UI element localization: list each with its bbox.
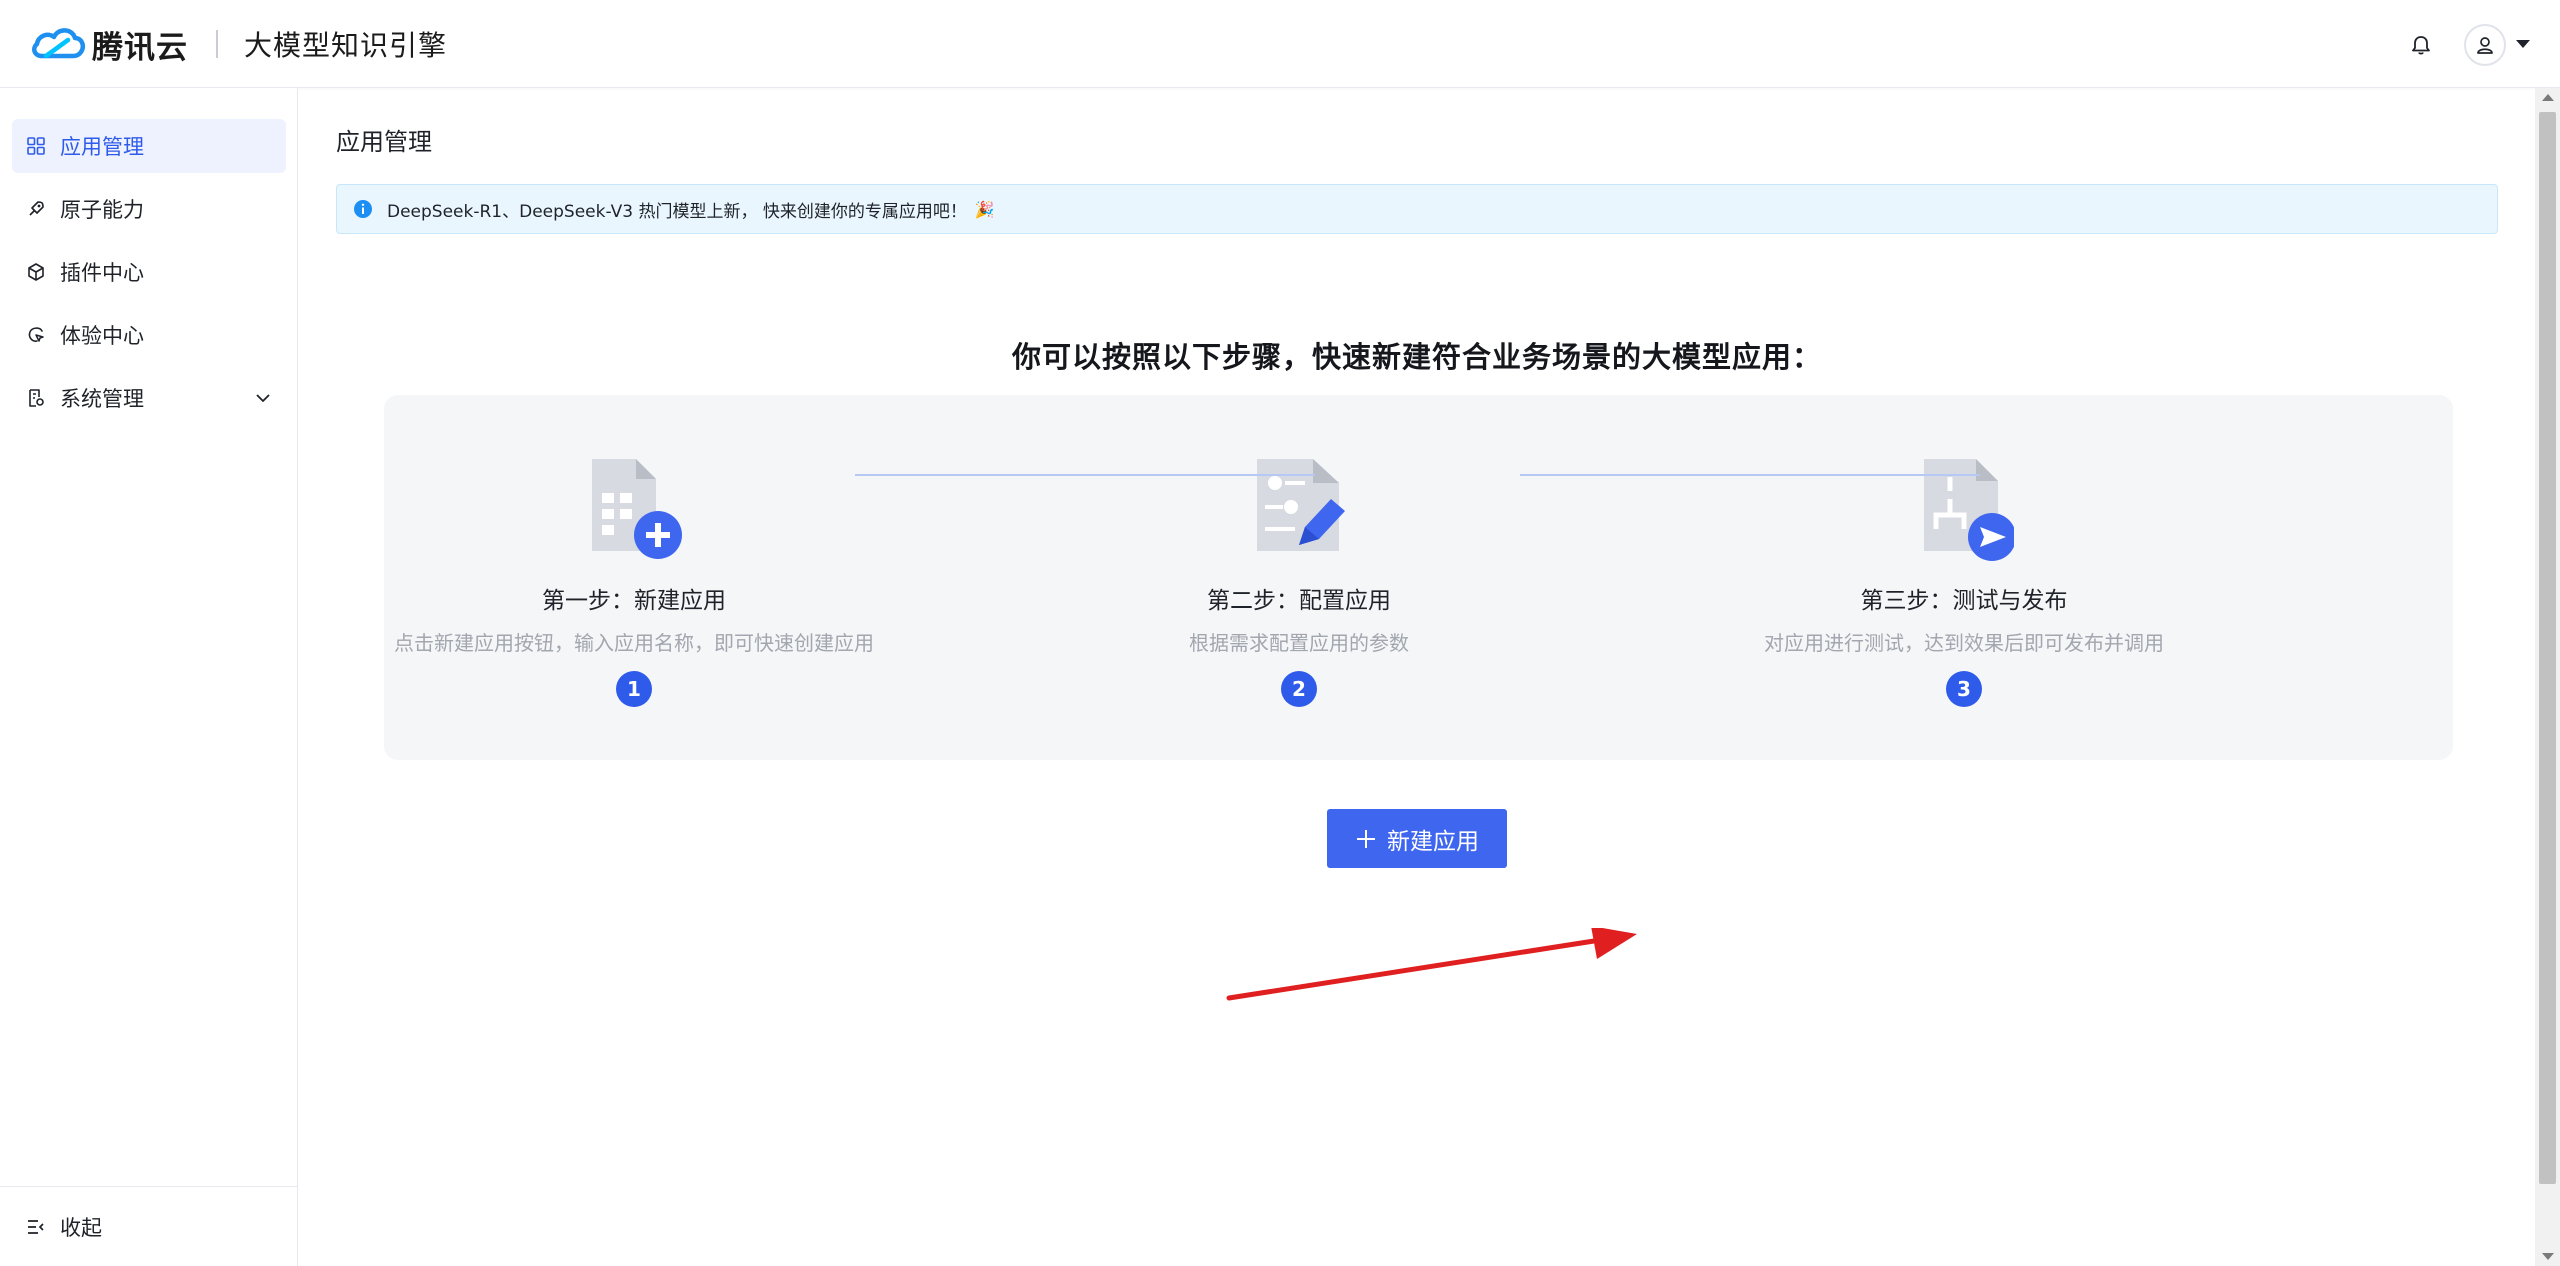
sidebar-item-label: 体验中心 [60, 324, 144, 348]
step-title: 第二步：配置应用 [1207, 588, 1391, 614]
top-header: 腾讯云 大模型知识引擎 [0, 0, 2560, 88]
collapse-label: 收起 [60, 1215, 102, 1240]
bell-icon[interactable] [2410, 34, 2432, 56]
party-popper-icon: 🎉 [974, 199, 995, 219]
chevron-down-icon [256, 394, 270, 402]
step-1: 第一步：新建应用 点击新建应用按钮，输入应用名称，即可快速创建应用 1 [384, 395, 884, 707]
new-app-button[interactable]: 新建应用 [1327, 809, 1507, 868]
new-app-illustration-icon [592, 459, 682, 559]
sidebar-item-label: 系统管理 [60, 387, 144, 411]
scroll-down-arrow-icon[interactable] [2542, 1253, 2554, 1260]
sidebar-item-label: 插件中心 [60, 261, 144, 285]
step-connector-2-3 [1520, 474, 1980, 476]
step-3: 第三步：测试与发布 对应用进行测试，达到效果后即可发布并调用 3 [1714, 395, 2214, 707]
step-2: 第二步：配置应用 根据需求配置应用的参数 2 [1049, 395, 1549, 707]
sidebar-item-plugin-center[interactable]: 插件中心 [12, 245, 286, 299]
experience-icon [28, 327, 44, 342]
sidebar-item-app-management[interactable]: 应用管理 [12, 119, 286, 173]
sidebar-item-experience-center[interactable]: 体验中心 [12, 308, 286, 362]
steps-card: 第一步：新建应用 点击新建应用按钮，输入应用名称，即可快速创建应用 1 第二步：… [384, 395, 2453, 760]
caret-down-icon[interactable] [2516, 40, 2530, 48]
step-connector-1-2 [855, 474, 1315, 476]
brand-logo[interactable]: 腾讯云 大模型知识引擎 [28, 22, 447, 66]
step-description: 根据需求配置应用的参数 [1189, 631, 1409, 655]
scroll-up-arrow-icon[interactable] [2542, 94, 2554, 101]
tencent-cloud-logo-icon [32, 28, 85, 59]
sidebar-collapse-button[interactable]: 收起 [0, 1186, 298, 1266]
publish-app-illustration-icon [1924, 459, 2014, 561]
step-number-badge: 2 [1281, 671, 1317, 707]
step-title: 第一步：新建应用 [542, 588, 726, 614]
step-description: 点击新建应用按钮，输入应用名称，即可快速创建应用 [394, 631, 874, 655]
user-icon [2477, 37, 2493, 54]
step-title: 第三步：测试与发布 [1860, 588, 2068, 614]
brand-separator [216, 30, 218, 58]
notice-text: DeepSeek-R1、DeepSeek-V3 热门模型上新， 快来创建你的专属… [387, 201, 967, 222]
sidebar: 应用管理 原子能力 插件中心 体验中心 系统管理 收起 [0, 88, 298, 1266]
notice-banner: DeepSeek-R1、DeepSeek-V3 热门模型上新， 快来创建你的专属… [336, 184, 2498, 234]
cube-icon [28, 263, 44, 281]
sidebar-item-label: 应用管理 [60, 135, 144, 159]
configure-app-illustration-icon [1257, 459, 1345, 551]
step-description: 对应用进行测试，达到效果后即可发布并调用 [1764, 631, 2164, 655]
scrollbar-thumb[interactable] [2539, 112, 2556, 1184]
user-avatar[interactable] [2464, 24, 2506, 66]
info-icon [354, 200, 372, 218]
sidebar-item-system-management[interactable]: 系统管理 [12, 371, 286, 425]
vertical-scrollbar[interactable] [2535, 88, 2560, 1266]
step-number-badge: 1 [616, 671, 652, 707]
plus-icon [1357, 829, 1375, 848]
system-icon [29, 389, 44, 407]
annotation-arrow-icon [1226, 928, 1637, 1001]
page-title: 应用管理 [336, 128, 432, 156]
sidebar-item-atomic-capability[interactable]: 原子能力 [12, 182, 286, 236]
grid-icon [27, 137, 45, 155]
main-content: 应用管理 DeepSeek-R1、DeepSeek-V3 热门模型上新， 快来创… [299, 88, 2535, 1266]
brand-name: 腾讯云 [92, 29, 188, 66]
new-app-button-label: 新建应用 [1387, 828, 1479, 855]
collapse-icon [28, 1219, 44, 1234]
rocket-icon [29, 201, 44, 216]
sidebar-item-label: 原子能力 [60, 198, 144, 222]
product-name: 大模型知识引擎 [244, 29, 448, 62]
steps-headline: 你可以按照以下步骤，快速新建符合业务场景的大模型应用： [1011, 340, 1822, 374]
step-number-badge: 3 [1946, 671, 1982, 707]
